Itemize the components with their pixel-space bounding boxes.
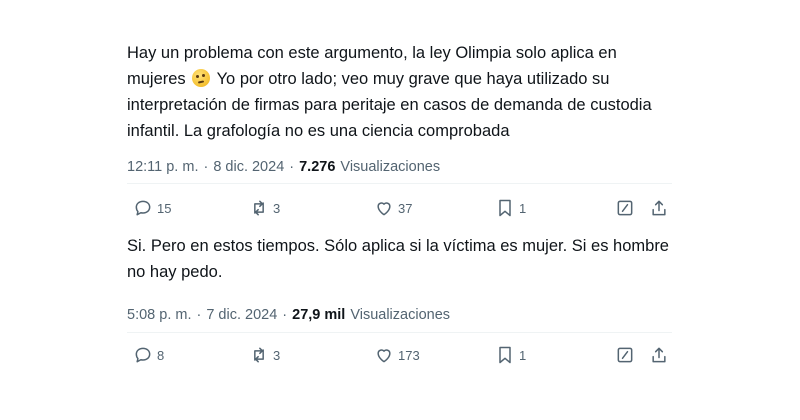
like-count: 173 <box>398 347 420 363</box>
tweet-date[interactable]: 7 dic. 2024 <box>206 307 277 323</box>
separator: · <box>203 159 209 175</box>
bookmark-icon <box>499 199 511 217</box>
bookmark-icon <box>499 346 511 364</box>
tweet-2: Si. Pero en estos tiempos. Sólo aplica s… <box>127 233 672 325</box>
like-button[interactable]: 173 <box>374 345 420 365</box>
repost-count: 3 <box>273 200 281 216</box>
views-label: Visualizaciones <box>350 307 451 323</box>
repost-count: 3 <box>273 347 281 363</box>
share-button[interactable] <box>649 198 669 218</box>
reply-count: 15 <box>157 200 172 216</box>
views-label: Visualizaciones <box>340 159 441 175</box>
separator: · <box>196 307 202 323</box>
bookmark-count: 1 <box>519 347 527 363</box>
rolling-eyes-emoji-icon <box>192 69 211 87</box>
grok-button[interactable] <box>615 198 635 218</box>
like-count: 37 <box>398 200 413 216</box>
tweet-date[interactable]: 8 dic. 2024 <box>213 159 284 175</box>
bookmark-button[interactable]: 1 <box>495 198 526 218</box>
repost-icon <box>254 200 264 216</box>
grok-icon <box>617 347 633 363</box>
reply-icon <box>135 347 151 363</box>
tweet-text: Hay un problema con este argumento, la l… <box>127 40 672 144</box>
repost-button[interactable]: 3 <box>249 345 280 365</box>
like-button[interactable]: 37 <box>374 198 412 218</box>
divider <box>127 332 672 333</box>
reply-count: 8 <box>157 347 165 363</box>
separator: · <box>282 307 288 323</box>
like-icon <box>377 349 391 363</box>
tweet-text: Si. Pero en estos tiempos. Sólo aplica s… <box>127 237 674 281</box>
reply-button[interactable]: 15 <box>133 198 171 218</box>
tweet-meta: 12:11 p. m. · 8 dic. 2024 · 7.276 Visual… <box>127 157 672 177</box>
grok-icon <box>617 200 633 216</box>
share-icon <box>652 347 666 363</box>
repost-button[interactable]: 3 <box>249 198 280 218</box>
separator: · <box>289 159 295 175</box>
tweet-2-actions: 8 3 173 1 <box>127 343 672 367</box>
views-count: 27,9 mil <box>292 307 346 323</box>
divider <box>127 183 672 184</box>
views-count: 7.276 <box>299 159 336 175</box>
repost-icon <box>254 347 264 363</box>
reply-button[interactable]: 8 <box>133 345 164 365</box>
like-icon <box>377 202 391 216</box>
bookmark-count: 1 <box>519 200 527 216</box>
tweet-1: Hay un problema con este argumento, la l… <box>127 40 672 177</box>
tweet-meta: 5:08 p. m. · 7 dic. 2024 · 27,9 mil Visu… <box>127 305 672 325</box>
share-icon <box>652 200 666 216</box>
grok-button[interactable] <box>615 345 635 365</box>
bookmark-button[interactable]: 1 <box>495 345 526 365</box>
share-button[interactable] <box>649 345 669 365</box>
tweet-1-actions: 15 3 37 1 <box>127 196 672 220</box>
reply-icon <box>135 200 151 216</box>
tweet-time[interactable]: 12:11 p. m. <box>127 159 198 175</box>
tweet-time[interactable]: 5:08 p. m. <box>127 307 191 323</box>
